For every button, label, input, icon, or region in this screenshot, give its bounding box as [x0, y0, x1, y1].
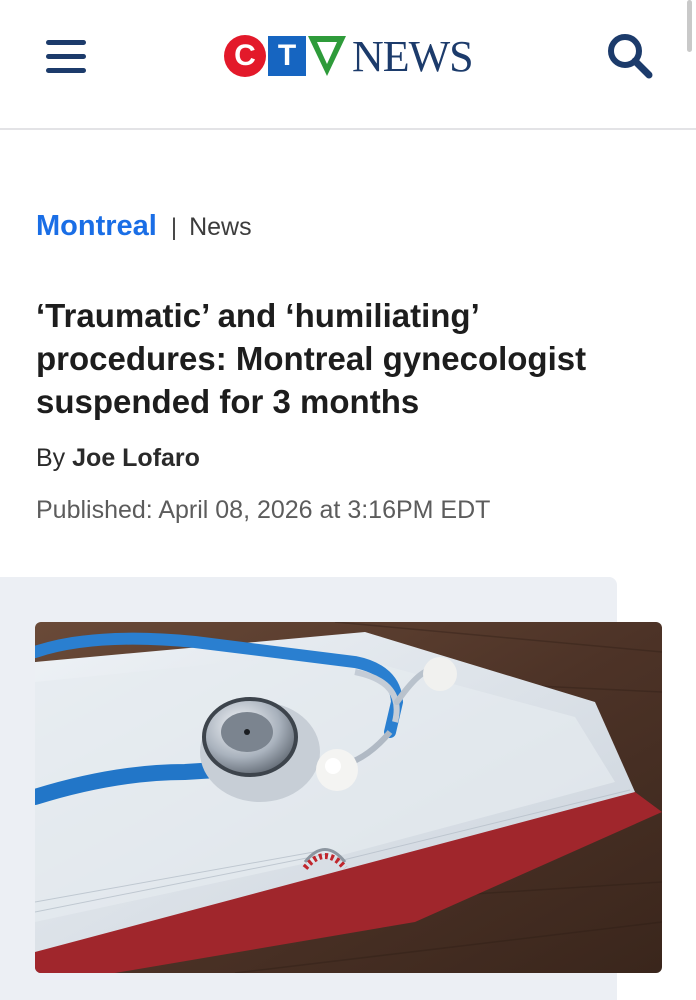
hero-image-stethoscope-on-book[interactable]: [35, 622, 662, 973]
subsection-label: News: [189, 213, 252, 241]
ctv-news-logo[interactable]: C T NEWS: [224, 31, 474, 81]
menu-bar: [46, 40, 86, 45]
menu-bar: [46, 54, 86, 59]
logo-c: C: [224, 35, 266, 77]
hamburger-menu-icon[interactable]: [44, 36, 88, 76]
section-link-montreal[interactable]: Montreal: [36, 210, 157, 243]
search-icon[interactable]: [604, 30, 656, 82]
logo-news-text: NEWS: [352, 31, 474, 81]
menu-bar: [46, 68, 86, 73]
byline-prefix: By: [36, 444, 66, 472]
logo-v-icon: [308, 36, 346, 76]
published-date: Published: April 08, 2026 at 3:16PM EDT: [36, 496, 491, 524]
article-headline: ‘Traumatic’ and ‘humiliating’ procedures…: [36, 297, 587, 420]
byline: By Joe Lofaro: [36, 444, 200, 473]
breadcrumb-separator: |: [170, 214, 178, 241]
site-header: C T NEWS: [0, 0, 696, 130]
breadcrumb: Montreal | News: [36, 210, 252, 243]
scrollbar[interactable]: [687, 0, 692, 52]
logo-t: T: [268, 36, 306, 76]
author-link[interactable]: Joe Lofaro: [72, 444, 200, 472]
